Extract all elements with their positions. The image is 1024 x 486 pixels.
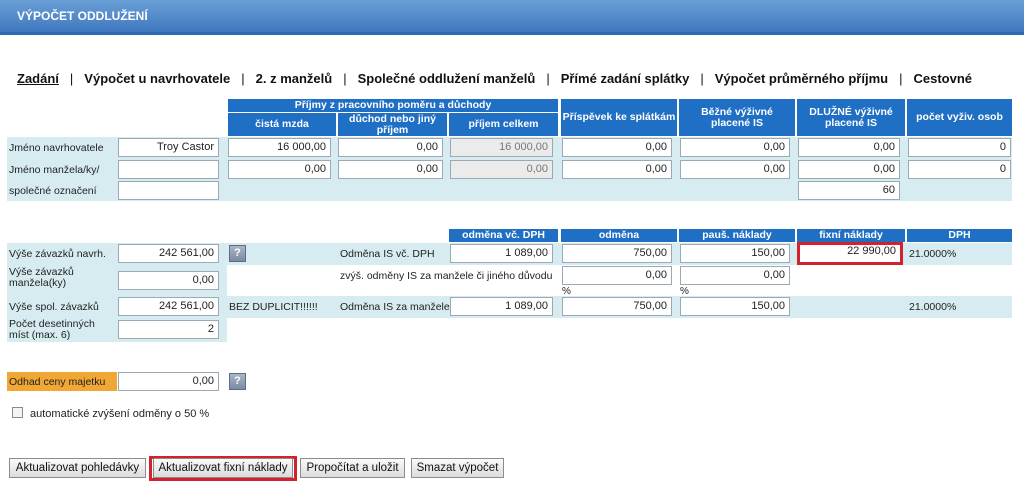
debt-applicant-label: Výše závazků navrh. [9,248,106,260]
title-underline [0,32,1024,35]
vat-rate-text: 21.0000% [909,248,957,260]
col-header-pension: důchod nebo jiný příjem [338,113,447,136]
col-header-income-total: příjem celkem [449,113,558,136]
joint-debts-label: Výše spol. závazků [9,301,99,313]
spouse-contribution-field[interactable]: 0,00 [562,160,672,179]
applicant-income-total-field: 16 000,00 [450,138,553,157]
debt-spouse-field[interactable]: 0,00 [118,271,219,290]
spouse-fee-label: Odměna IS za manžele [340,301,450,313]
spouse-alimony-field[interactable]: 0,00 [680,160,790,179]
row-label-applicant: Jméno navrhovatele [9,142,104,154]
spouse-net-wage-field[interactable]: 0,00 [228,160,331,179]
fee-is-field[interactable]: 750,00 [562,244,672,263]
col-header-vat: DPH [907,229,1012,242]
help-icon[interactable]: ? [229,373,246,390]
col-header-dependents: počet vyživ. osob [907,99,1012,136]
tab-prumerny-prijem[interactable]: Výpočet průměrného příjmu [715,71,888,86]
col-header-net-wage: čistá mzda [228,113,336,136]
tab-prime-zadani[interactable]: Přímé zadání splátky [561,71,690,86]
tab-separator: | [343,71,347,86]
tab-separator: | [700,71,704,86]
percent-sign: % [680,286,689,297]
col-header-debt-alimony: DLUŽNÉ výživné placené IS [797,99,905,136]
page-title: VÝPOČET ODDLUŽENÍ [0,0,1024,32]
fee-increase-label: zvýš. odměny IS za manžele či jiného dův… [340,270,553,282]
fee-increase-field[interactable]: 0,00 [562,266,672,285]
col-header-flat-costs: pauš. náklady [679,229,795,242]
flat-costs-field[interactable]: 150,00 [680,244,790,263]
update-claims-button[interactable]: Aktualizovat pohledávky [9,458,146,478]
applicant-dependents-field[interactable]: 0 [908,138,1011,157]
spouse-fee-vat-field[interactable]: 1 089,00 [450,297,553,316]
tab-separator: | [899,71,903,86]
tab-separator: | [546,71,550,86]
col-header-fee-vat: odměna vč. DPH [449,229,558,242]
applicant-pension-field[interactable]: 0,00 [338,138,443,157]
tab-cestovne[interactable]: Cestovné [913,71,972,86]
decimals-field[interactable]: 2 [118,320,219,339]
col-header-alimony: Běžné výživné placené IS [679,99,795,136]
spouse-vat-rate-text: 21.0000% [909,301,957,313]
tab-zadani[interactable]: Zadání [17,71,59,86]
spouse-income-total-field: 0,00 [450,160,553,179]
applicant-debt-alimony-field[interactable]: 0,00 [798,138,900,157]
decimals-label: Počet desetinných míst (max. 6) [9,318,95,341]
no-duplicates-note: BEZ DUPLICIT!!!!!! [229,301,318,313]
update-fixed-costs-button[interactable]: Aktualizovat fixní náklady [153,458,293,478]
col-header-contribution: Příspěvek ke splátkám [561,99,677,136]
applicant-contribution-field[interactable]: 0,00 [562,138,672,157]
joint-debt-alimony-field[interactable]: 60 [798,181,900,200]
calculate-save-button[interactable]: Propočítat a uložit [300,458,405,478]
tab-vypocet-navrhovatele[interactable]: Výpočet u navrhovatele [84,71,230,86]
spouse-debt-alimony-field[interactable]: 0,00 [798,160,900,179]
debt-spouse-label: Výše závazků manžela(ky) [9,266,74,289]
applicant-net-wage-field[interactable]: 16 000,00 [228,138,331,157]
debt-applicant-field[interactable]: 242 561,00 [118,244,219,263]
joint-debts-field[interactable]: 242 561,00 [118,297,219,316]
spouse-flat-field[interactable]: 150,00 [680,297,790,316]
col-header-fixed-costs: fixní náklady [797,229,905,242]
applicant-name-field[interactable]: Troy Castor [118,138,219,157]
fixed-costs-field[interactable]: 22 990,00 [797,242,903,265]
spouse-pension-field[interactable]: 0,00 [338,160,443,179]
auto-increase-label: automatické zvýšení odměny o 50 % [30,408,210,420]
help-icon[interactable]: ? [229,245,246,262]
tab-druhy-z-manzelu[interactable]: 2. z manželů [256,71,333,86]
income-group-header: Příjmy z pracovního poměru a důchody [228,99,558,112]
spouse-dependents-field[interactable]: 0 [908,160,1011,179]
spouse-fee-field[interactable]: 750,00 [562,297,672,316]
col-header-fee: odměna [561,229,677,242]
spouse-name-field[interactable] [118,160,219,179]
auto-increase-checkbox[interactable] [12,407,23,418]
flat-increase-field[interactable]: 0,00 [680,266,790,285]
delete-calculation-button[interactable]: Smazat výpočet [411,458,504,478]
tab-separator: | [69,71,74,86]
tab-spolecne-oddluzeni[interactable]: Společné oddlužení manželů [358,71,536,86]
percent-sign: % [562,286,571,297]
joint-name-field[interactable] [118,181,219,200]
estimate-label: Odhad ceny majetku [9,375,106,388]
row-label-joint: společné označení [9,185,97,197]
tab-bar: Zadání | Výpočet u navrhovatele | 2. z manže… [17,71,972,86]
applicant-alimony-field[interactable]: 0,00 [680,138,790,157]
fee-is-vat-field[interactable]: 1 089,00 [450,244,553,263]
estimate-field[interactable]: 0,00 [118,372,219,391]
tab-separator: | [241,71,245,86]
fee-is-vat-label: Odměna IS vč. DPH [340,248,435,260]
row-label-spouse: Jméno manžela/ky/ [9,164,100,176]
